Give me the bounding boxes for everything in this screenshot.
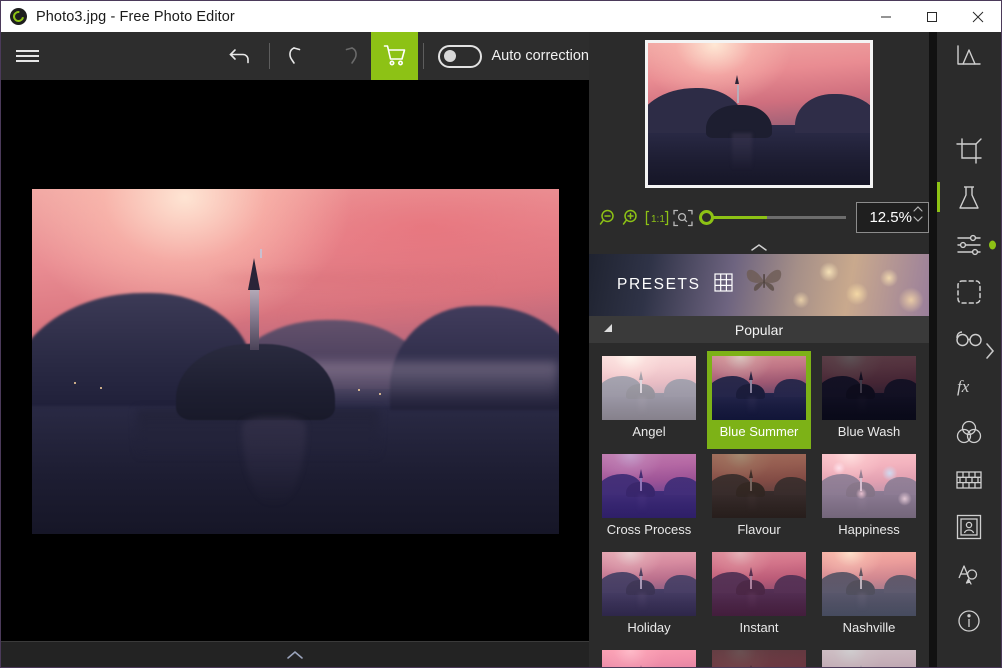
minimize-button[interactable] (863, 1, 909, 32)
preset-item[interactable]: Happiness (817, 449, 921, 547)
sidebar-item-fx[interactable]: fx (937, 362, 1001, 409)
sidebar-item-histogram[interactable] (937, 32, 1001, 79)
preset-item[interactable]: Instant (707, 547, 811, 645)
preset-item[interactable]: Flavour (707, 449, 811, 547)
preset-thumbnail[interactable] (602, 454, 696, 518)
photo-canvas[interactable] (31, 189, 559, 534)
preset-label: Flavour (737, 522, 781, 537)
butterfly-icon (741, 264, 787, 303)
main-toolbar: Auto correction (1, 32, 589, 80)
zoom-bar: 1:1 12.5% (589, 195, 929, 240)
auto-correction-control[interactable]: Auto correction (429, 44, 589, 68)
app-window: Photo3.jpg - Free Photo Editor Auto corr… (0, 0, 1002, 668)
preset-thumbnail[interactable] (602, 356, 696, 420)
navigator-collapse-button[interactable] (589, 240, 929, 254)
zoom-input[interactable]: 12.5% (856, 202, 929, 233)
sidebar-item-effects[interactable] (937, 174, 1001, 221)
preset-label: Cross Process (606, 522, 692, 537)
photo-church-spire (247, 258, 260, 290)
sidebar-item-info[interactable] (937, 597, 1001, 644)
preset-item[interactable]: Blue Summer (707, 351, 811, 449)
navigator-thumbnail[interactable] (645, 39, 873, 188)
sidebar-item-color-mix[interactable] (937, 409, 1001, 456)
preset-label: Blue Summer (719, 424, 799, 439)
preset-label: Instant (739, 620, 779, 635)
preset-item[interactable]: Cross Process (597, 449, 701, 547)
preset-item[interactable] (707, 645, 811, 667)
photo-church-cross (260, 249, 262, 259)
preset-category-header[interactable]: Popular (589, 316, 929, 344)
fit-to-screen-icon[interactable] (672, 208, 694, 228)
toolbar-divider (269, 43, 271, 69)
preset-label: Nashville (842, 620, 896, 635)
preset-grid[interactable]: Angel Blue Summer Blue Wash Cross Process Fl… (589, 344, 929, 667)
canvas-area[interactable] (1, 80, 589, 643)
sidebar-expand-button[interactable] (979, 337, 1001, 365)
presets-title: PRESETS (617, 276, 701, 293)
auto-correction-toggle[interactable] (438, 44, 483, 68)
preset-label: Angel (632, 424, 666, 439)
preset-thumbnail[interactable] (602, 650, 696, 667)
preset-item[interactable] (817, 645, 921, 667)
redo-icon[interactable] (323, 32, 371, 80)
window-title: Photo3.jpg - Free Photo Editor (36, 8, 235, 25)
adjustments-indicator-dot (989, 240, 996, 249)
menu-icon[interactable] (7, 32, 47, 80)
grid-icon[interactable] (713, 273, 733, 297)
preset-thumbnail[interactable] (712, 454, 806, 518)
sidebar-item-textures[interactable] (937, 456, 1001, 503)
sidebar-item-adjustments[interactable] (937, 221, 1001, 268)
bottom-panel-expander[interactable] (1, 641, 589, 667)
navigator-panel[interactable] (589, 32, 929, 195)
cart-icon[interactable] (371, 32, 419, 80)
zoom-slider[interactable] (699, 210, 847, 225)
preset-item[interactable]: Angel (597, 351, 701, 449)
preset-item[interactable]: Nashville (817, 547, 921, 645)
zoom-slider-handle[interactable] (699, 210, 714, 225)
auto-correction-label: Auto correction (491, 48, 589, 64)
actual-size-icon[interactable]: 1:1 (645, 208, 669, 228)
preset-item[interactable] (597, 645, 701, 667)
preset-item[interactable]: Holiday (597, 547, 701, 645)
svg-text:1:1: 1:1 (651, 214, 665, 225)
undo-icon[interactable] (275, 32, 323, 80)
preset-thumbnail[interactable] (712, 650, 806, 667)
preset-thumbnail[interactable] (712, 552, 806, 616)
preset-label: Happiness (838, 522, 900, 537)
preset-thumbnail[interactable] (822, 454, 916, 518)
preset-thumbnail[interactable] (822, 552, 916, 616)
preset-thumbnail[interactable] (822, 650, 916, 667)
svg-text:fx: fx (957, 377, 970, 396)
right-panel: 1:1 12.5% PRESETS Popular Angel Blue Sum… (589, 32, 929, 667)
photo-church-tower (249, 287, 259, 351)
toolbar-divider-2 (423, 43, 425, 69)
title-bar: Photo3.jpg - Free Photo Editor (1, 1, 1001, 32)
maximize-button[interactable] (909, 1, 955, 32)
preset-label: Holiday (627, 620, 671, 635)
zoom-in-icon[interactable] (622, 208, 642, 228)
preset-thumbnail[interactable] (712, 356, 806, 420)
zoom-out-icon[interactable] (599, 208, 619, 228)
close-button[interactable] (955, 1, 1001, 32)
revert-icon[interactable] (216, 32, 264, 80)
sidebar-item-selection[interactable] (937, 268, 1001, 315)
window-controls (863, 1, 1001, 32)
zoom-stepper[interactable] (913, 206, 923, 222)
preset-thumbnail[interactable] (822, 356, 916, 420)
rail-separator (929, 32, 937, 667)
aperture-icon (10, 8, 27, 25)
preset-item[interactable]: Blue Wash (817, 351, 921, 449)
sidebar-item-frames[interactable] (937, 503, 1001, 550)
preset-thumbnail[interactable] (602, 552, 696, 616)
presets-header[interactable]: PRESETS (589, 254, 929, 316)
sidebar-item-text[interactable] (937, 550, 1001, 597)
preset-label: Blue Wash (837, 424, 901, 439)
preset-category-name: Popular (734, 321, 784, 338)
photo-mist (305, 361, 559, 403)
sidebar-item-crop[interactable] (937, 127, 1001, 174)
